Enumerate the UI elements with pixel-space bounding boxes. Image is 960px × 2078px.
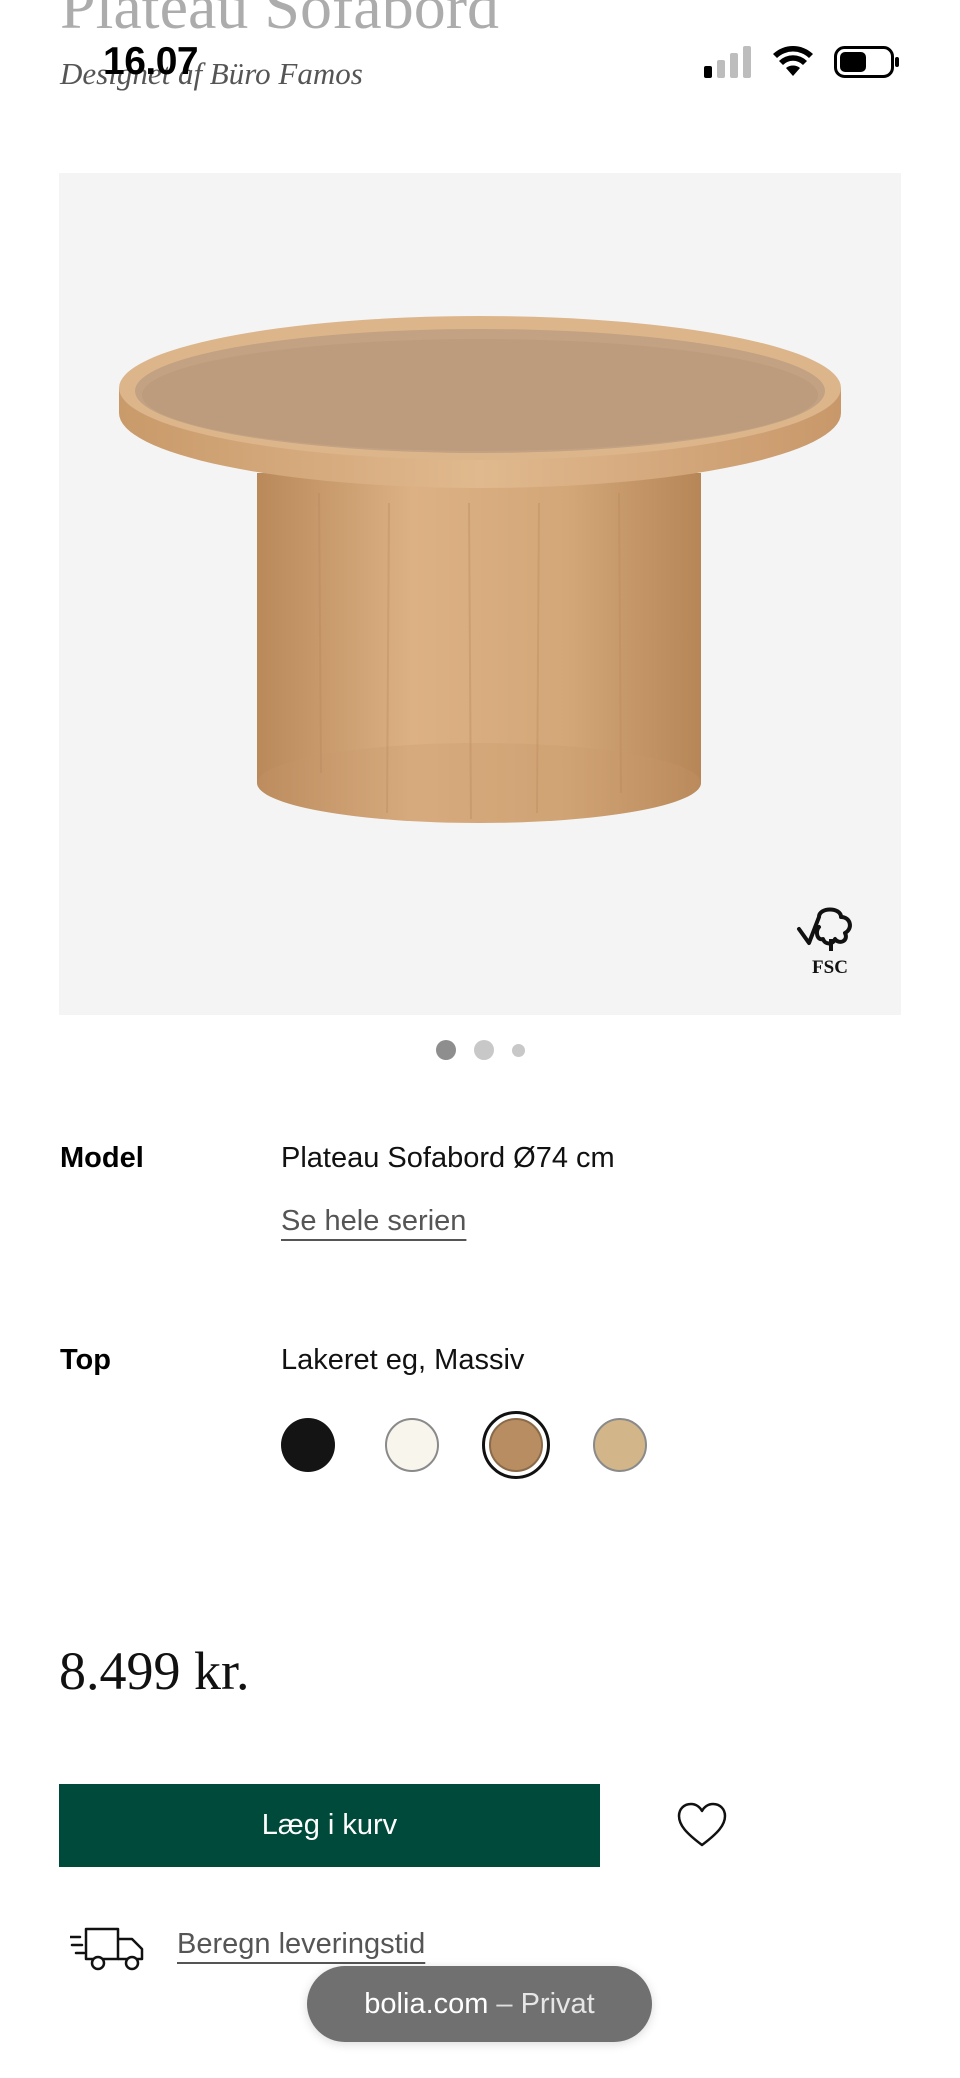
add-to-cart-button[interactable]: Læg i kurv	[59, 1784, 600, 1867]
wifi-icon	[773, 46, 813, 76]
signal-icon	[704, 46, 751, 78]
top-value: Lakeret eg, Massiv	[281, 1344, 525, 1376]
top-label: Top	[60, 1344, 111, 1376]
carousel-dots	[0, 1040, 960, 1060]
browser-mode: Privat	[520, 1987, 595, 2020]
price: 8.499 kr.	[59, 1641, 250, 1701]
product-title: Plateau Sofabord	[60, 0, 499, 42]
fsc-tree-icon	[797, 907, 852, 951]
swatch-light-oak[interactable]	[593, 1418, 647, 1472]
browser-url-pill[interactable]: bolia.com – Privat	[307, 1966, 652, 2042]
coffee-table-illustration	[119, 316, 841, 823]
swatch-white[interactable]	[385, 1418, 439, 1472]
status-time: 16.07	[103, 40, 199, 83]
browser-domain: bolia.com	[364, 1987, 489, 2020]
delivery-time-link[interactable]: Beregn leveringstid	[177, 1928, 425, 1961]
carousel-dot-1[interactable]	[435, 1040, 456, 1060]
truck-icon	[70, 1927, 144, 1971]
top-swatches	[281, 1411, 647, 1479]
fsc-label: FSC	[812, 957, 848, 978]
carousel-dot-3[interactable]	[511, 1043, 525, 1057]
heart-icon[interactable]	[676, 1801, 728, 1849]
product-image[interactable]: FSC	[59, 173, 901, 1015]
status-icons	[704, 46, 900, 78]
fsc-badge: FSC	[795, 899, 865, 979]
see-series-link[interactable]: Se hele serien	[281, 1205, 466, 1238]
swatch-black[interactable]	[281, 1418, 335, 1472]
model-label: Model	[60, 1142, 144, 1174]
browser-separator: –	[496, 1987, 513, 2020]
swatch-oak-selected[interactable]	[482, 1411, 550, 1479]
model-value: Plateau Sofabord Ø74 cm	[281, 1142, 615, 1174]
carousel-dot-2[interactable]	[473, 1040, 494, 1060]
battery-icon	[834, 46, 899, 78]
